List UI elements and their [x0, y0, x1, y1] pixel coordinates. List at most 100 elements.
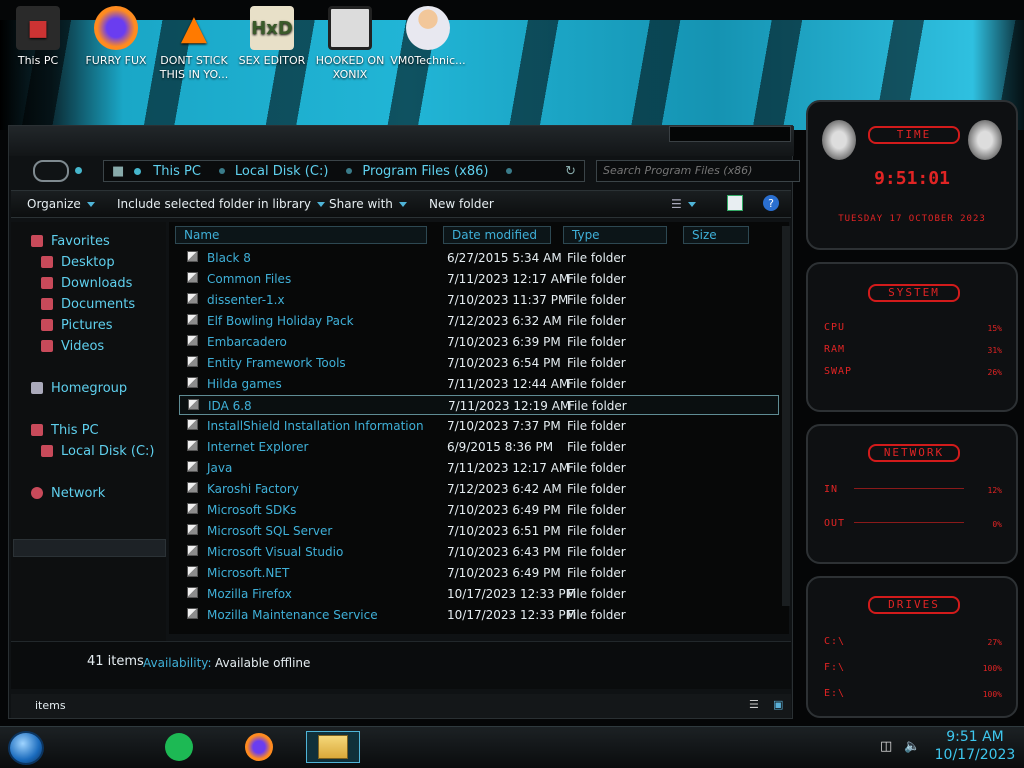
row-type: File folder [567, 356, 626, 370]
breadcrumb-this-pc[interactable]: This PC [134, 164, 225, 179]
nav-local-disk[interactable]: Local Disk (C:) [41, 442, 154, 460]
table-row[interactable]: Microsoft SDKs 7/10/2023 6:49 PM File fold… [179, 500, 779, 520]
row-name: Hilda games [207, 377, 282, 391]
network-out-graph [854, 522, 964, 523]
row-type: File folder [567, 482, 626, 496]
table-row[interactable]: Black 8 6/27/2015 5:34 AM File folder [179, 248, 779, 268]
column-label: Date modified [452, 228, 538, 242]
table-row[interactable]: Mozilla Maintenance Service 10/17/2023 12… [179, 605, 779, 625]
computer-icon: ■ [16, 6, 60, 50]
taskbar-app-firefox[interactable] [232, 731, 286, 763]
nav-pictures[interactable]: Pictures [41, 316, 112, 334]
column-header-date[interactable]: Date modified [443, 226, 551, 244]
nav-videos[interactable]: Videos [41, 337, 104, 355]
command-bar: Organize Include selected folder in libr… [11, 190, 791, 218]
row-type: File folder [567, 587, 626, 601]
details-view-icon[interactable]: ☰ [749, 698, 759, 711]
doctor-person-icon [406, 6, 450, 50]
nav-documents[interactable]: Documents [41, 295, 135, 313]
taskbar-clock[interactable]: 9:51 AM 10/17/2023 [930, 728, 1020, 764]
refresh-icon[interactable]: ↻ [565, 164, 576, 179]
table-row[interactable]: InstallShield Installation Information 7/… [179, 416, 779, 436]
desktop-icon-xonix[interactable]: HOOKED ON XONIX [312, 6, 388, 82]
row-date: 7/12/2023 6:32 AM [447, 314, 562, 328]
address-row: ■ This PC Local Disk (C:) Program Files … [19, 158, 800, 184]
desktop-icon-this-pc[interactable]: ■ This PC [0, 6, 76, 68]
help-icon[interactable]: ? [763, 195, 779, 211]
breadcrumb-program-files[interactable]: Program Files (x86) [362, 164, 513, 179]
table-row[interactable]: Mozilla Firefox 10/17/2023 12:33 PM File f… [179, 584, 779, 604]
organize-label: Organize [27, 197, 81, 211]
desktop: ■ This PC FURRY FUX ▲ DONT STICK THIS IN… [0, 0, 1024, 768]
taskbar-app-explorer[interactable] [306, 731, 360, 763]
desktop-icon-hex-editor[interactable]: HxD SEX EDITOR [234, 6, 310, 68]
row-date: 7/12/2023 6:42 AM [447, 482, 562, 496]
nav-favorites[interactable]: Favorites [31, 232, 110, 250]
folder-icon [187, 545, 198, 556]
column-header-type[interactable]: Type [563, 226, 667, 244]
table-row[interactable]: Microsoft Visual Studio 7/10/2023 6:43 PM… [179, 542, 779, 562]
nav-downloads[interactable]: Downloads [41, 274, 132, 292]
row-name: InstallShield Installation Information [207, 419, 424, 433]
desktop-icon-vm0[interactable]: VM0Technic... [390, 6, 466, 68]
table-row[interactable]: dissenter-1.x 7/10/2023 11:37 PM File fold… [179, 290, 779, 310]
table-row[interactable]: Microsoft SQL Server 7/10/2023 6:51 PM Fil… [179, 521, 779, 541]
large-icons-view-icon[interactable]: ▣ [773, 698, 783, 711]
row-date: 7/11/2023 12:17 AM [447, 272, 570, 286]
address-bar[interactable]: ■ This PC Local Disk (C:) Program Files … [103, 160, 585, 182]
desktop-icon-label: DONT STICK THIS IN YO... [159, 54, 229, 81]
navigation-pane: Favorites Desktop Downloads Documents Pi… [11, 222, 166, 642]
row-name: Entity Framework Tools [207, 356, 346, 370]
back-forward-orb-icon[interactable] [33, 160, 69, 182]
desktop-icon-vlc[interactable]: ▲ DONT STICK THIS IN YO... [156, 6, 232, 82]
table-row[interactable]: IDA 6.8 7/11/2023 12:19 AM File folder [179, 395, 779, 415]
include-in-library-button[interactable]: Include selected folder in library [117, 197, 325, 211]
nav-label: Downloads [61, 275, 133, 291]
volume-icon[interactable]: 🔈 [904, 739, 920, 754]
folder-icon [187, 440, 198, 451]
table-row[interactable]: Common Files 7/11/2023 12:17 AM File folde… [179, 269, 779, 289]
star-icon [31, 235, 43, 247]
table-row[interactable]: Karoshi Factory 7/12/2023 6:42 AM File fol… [179, 479, 779, 499]
vertical-scrollbar[interactable] [782, 226, 790, 606]
table-row[interactable]: Microsoft.NET 7/10/2023 6:49 PM File folde… [179, 563, 779, 583]
organize-button[interactable]: Organize [27, 197, 95, 211]
share-with-button[interactable]: Share with [329, 197, 407, 211]
chevron-down-icon [86, 201, 95, 207]
row-date: 10/17/2023 12:33 PM [447, 608, 576, 622]
search-box[interactable] [596, 160, 800, 182]
column-label: Type [572, 228, 600, 242]
nav-label: Local Disk (C:) [61, 443, 155, 459]
table-row[interactable]: Hilda games 7/11/2023 12:44 AM File folder [179, 374, 779, 394]
row-date: 7/10/2023 6:49 PM [447, 566, 561, 580]
network-out-label: OUT [824, 518, 846, 529]
new-folder-button[interactable]: New folder [429, 197, 494, 211]
nav-label: Favorites [51, 233, 110, 249]
homegroup-icon [31, 382, 43, 394]
taskbar-app-notes[interactable] [152, 731, 206, 763]
table-row[interactable]: Elf Bowling Holiday Pack 7/12/2023 6:32 A… [179, 311, 779, 331]
search-input[interactable] [603, 164, 793, 177]
network-tray-icon[interactable]: ◫ [880, 739, 892, 754]
table-row[interactable]: Entity Framework Tools 7/10/2023 6:54 PM F… [179, 353, 779, 373]
nav-this-pc[interactable]: This PC [31, 421, 99, 439]
nav-homegroup[interactable]: Homegroup [31, 379, 127, 397]
folder-icon [187, 503, 198, 514]
preview-pane-icon[interactable] [727, 195, 743, 211]
nav-desktop[interactable]: Desktop [41, 253, 115, 271]
desktop-icon-label: This PC [17, 54, 59, 67]
desktop-icon-furry-fux[interactable]: FURRY FUX [78, 6, 154, 68]
nav-network[interactable]: Network [31, 484, 105, 502]
view-options-button[interactable]: ☰ [671, 197, 696, 211]
table-row[interactable]: Embarcadero 7/10/2023 6:39 PM File folder [179, 332, 779, 352]
network-out-value: 0% [992, 520, 1002, 529]
breadcrumb-local-disk[interactable]: Local Disk (C:) [235, 164, 353, 179]
window-title-bar[interactable] [9, 126, 794, 156]
table-row[interactable]: Internet Explorer 6/9/2015 8:36 PM File fo… [179, 437, 779, 457]
start-button[interactable] [8, 731, 44, 765]
table-row[interactable]: Java 7/11/2023 12:17 AM File folder [179, 458, 779, 478]
column-header-name[interactable]: Name [175, 226, 427, 244]
column-header-size[interactable]: Size [683, 226, 749, 244]
history-dropdown-icon[interactable] [75, 167, 82, 174]
network-in-label: IN [824, 484, 839, 495]
